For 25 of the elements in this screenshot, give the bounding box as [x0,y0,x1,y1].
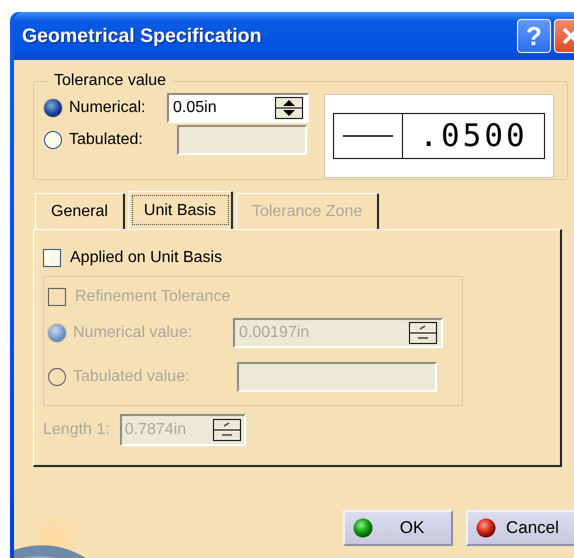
option-label: Numerical value: [73,324,194,342]
option-label: Numerical: [69,99,146,117]
radio-button[interactable] [44,99,62,117]
option-label: Tabulated: [69,131,144,149]
ball-icon [353,518,373,538]
cancel-button[interactable]: Cancel [466,510,574,546]
field-label: Length 1: [43,421,110,439]
checkbox-label: Refinement Tolerance [75,288,230,306]
tab[interactable]: General [35,193,125,229]
spin-buttons-icon [275,97,303,119]
spin-buttons-icon [212,419,241,441]
checkbox[interactable] [43,249,61,267]
checkbox-label: Applied on Unit Basis [70,249,222,267]
spin-buttons-icon [409,322,437,344]
group-title: Tolerance value [53,72,168,90]
tolerance-text: .0500 [418,117,529,156]
ok-button[interactable]: OK [343,510,453,546]
tab[interactable]: Unit Basis [128,191,233,229]
ball-icon [476,518,496,538]
straightness-icon [343,134,393,138]
input-field[interactable] [177,125,307,155]
window-title: Geometrical Specification [22,24,262,48]
spin-field[interactable]: 0.05in [167,93,309,123]
radio-button[interactable] [44,131,62,149]
option-label: Tabulated value: [73,368,191,386]
